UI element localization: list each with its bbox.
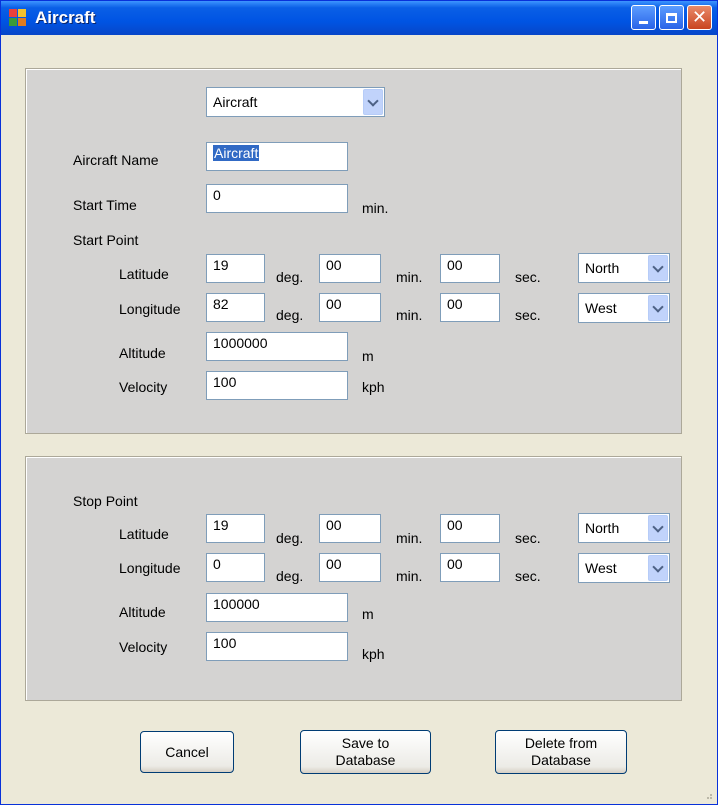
aircraft-type-select[interactable]: Aircraft — [206, 87, 385, 117]
aircraft-name-input[interactable]: Aircraft — [206, 142, 348, 171]
stop-altitude-label: Altitude — [119, 604, 166, 620]
start-time-input[interactable]: 0 — [206, 184, 348, 213]
minimize-icon — [639, 21, 648, 24]
start-velocity-input[interactable]: 100 — [206, 371, 348, 400]
start-latitude-sec-input[interactable]: 00 — [440, 254, 500, 283]
maximize-icon — [666, 12, 677, 23]
stop-longitude-sec-input[interactable]: 00 — [440, 553, 500, 582]
start-time-label: Start Time — [73, 197, 137, 213]
start-latitude-sec-unit: sec. — [515, 269, 541, 285]
stop-velocity-input[interactable]: 100 — [206, 632, 348, 661]
stop-latitude-sec-input[interactable]: 00 — [440, 514, 500, 543]
start-longitude-label: Longitude — [119, 301, 181, 317]
chevron-down-icon[interactable] — [648, 515, 668, 541]
start-latitude-deg-unit: deg. — [276, 269, 304, 285]
stop-latitude-min-input[interactable]: 00 — [319, 514, 381, 543]
stop-latitude-min-unit: min. — [396, 530, 423, 546]
stop-longitude-deg-input[interactable]: 0 — [206, 553, 265, 582]
chevron-down-icon[interactable] — [648, 295, 668, 321]
stop-longitude-min-input[interactable]: 00 — [319, 553, 381, 582]
minimize-button[interactable] — [631, 5, 656, 30]
stop-longitude-deg-unit: deg. — [276, 568, 304, 584]
start-longitude-sec-unit: sec. — [515, 307, 541, 323]
start-latitude-hemisphere-value: North — [585, 260, 620, 276]
stop-longitude-hemisphere-select[interactable]: West — [578, 553, 670, 583]
window-title: Aircraft — [35, 8, 96, 27]
title-bar[interactable]: Aircraft ✕ — [1, 1, 717, 35]
app-icon[interactable] — [9, 9, 27, 27]
start-longitude-deg-input[interactable]: 82 — [206, 293, 265, 322]
start-longitude-deg-unit: deg. — [276, 307, 304, 323]
save-to-database-button[interactable]: Save to Database — [300, 730, 431, 774]
close-icon: ✕ — [691, 6, 708, 28]
stop-latitude-deg-unit: deg. — [276, 530, 304, 546]
start-latitude-deg-input[interactable]: 19 — [206, 254, 265, 283]
delete-label-line2: Database — [531, 752, 591, 768]
stop-velocity-label: Velocity — [119, 639, 168, 655]
stop-velocity-unit: kph — [362, 646, 385, 662]
resize-grip-icon[interactable] — [703, 790, 713, 800]
stop-latitude-deg-input[interactable]: 19 — [206, 514, 265, 543]
aircraft-name-value: Aircraft — [213, 145, 260, 161]
start-latitude-label: Latitude — [119, 266, 169, 282]
start-velocity-unit: kph — [362, 379, 385, 395]
start-velocity-label: Velocity — [119, 379, 168, 395]
start-longitude-hemisphere-value: West — [585, 300, 617, 316]
start-time-unit: min. — [362, 200, 389, 216]
start-longitude-sec-input[interactable]: 00 — [440, 293, 500, 322]
stop-longitude-min-unit: min. — [396, 568, 423, 584]
stop-latitude-label: Latitude — [119, 526, 169, 542]
start-latitude-min-unit: min. — [396, 269, 423, 285]
aircraft-window: Aircraft ✕ Aircraft Aircraft Name Aircra… — [0, 0, 718, 805]
aircraft-type-value: Aircraft — [213, 94, 258, 110]
chevron-down-icon[interactable] — [648, 555, 668, 581]
maximize-button[interactable] — [659, 5, 684, 30]
stop-altitude-input[interactable]: 100000 — [206, 593, 348, 622]
start-longitude-min-input[interactable]: 00 — [319, 293, 381, 322]
stop-longitude-label: Longitude — [119, 560, 181, 576]
save-label-line1: Save to — [341, 735, 390, 751]
start-longitude-min-unit: min. — [396, 307, 423, 323]
stop-altitude-unit: m — [362, 606, 374, 622]
delete-from-database-button[interactable]: Delete from Database — [495, 730, 627, 774]
chevron-down-icon[interactable] — [363, 89, 383, 115]
aircraft-name-label: Aircraft Name — [73, 152, 159, 168]
delete-label-line1: Delete from — [524, 735, 598, 751]
delete-from-database-label: Delete from Database — [525, 735, 597, 769]
start-longitude-hemisphere-select[interactable]: West — [578, 293, 670, 323]
stop-longitude-hemisphere-value: West — [585, 560, 617, 576]
stop-latitude-sec-unit: sec. — [515, 530, 541, 546]
start-point-heading: Start Point — [73, 232, 139, 248]
start-altitude-label: Altitude — [119, 345, 166, 361]
save-to-database-label: Save to Database — [336, 735, 396, 769]
stop-latitude-hemisphere-value: North — [585, 520, 620, 536]
save-label-line2: Database — [335, 752, 396, 768]
chevron-down-icon[interactable] — [648, 255, 668, 281]
cancel-button[interactable]: Cancel — [140, 731, 234, 773]
stop-latitude-hemisphere-select[interactable]: North — [578, 513, 670, 543]
start-latitude-hemisphere-select[interactable]: North — [578, 253, 670, 283]
start-altitude-unit: m — [362, 348, 374, 364]
stop-point-heading: Stop Point — [73, 493, 138, 509]
stop-longitude-sec-unit: sec. — [515, 568, 541, 584]
cancel-button-label: Cancel — [165, 743, 209, 760]
start-altitude-input[interactable]: 1000000 — [206, 332, 348, 361]
close-button[interactable]: ✕ — [687, 5, 712, 30]
start-latitude-min-input[interactable]: 00 — [319, 254, 381, 283]
